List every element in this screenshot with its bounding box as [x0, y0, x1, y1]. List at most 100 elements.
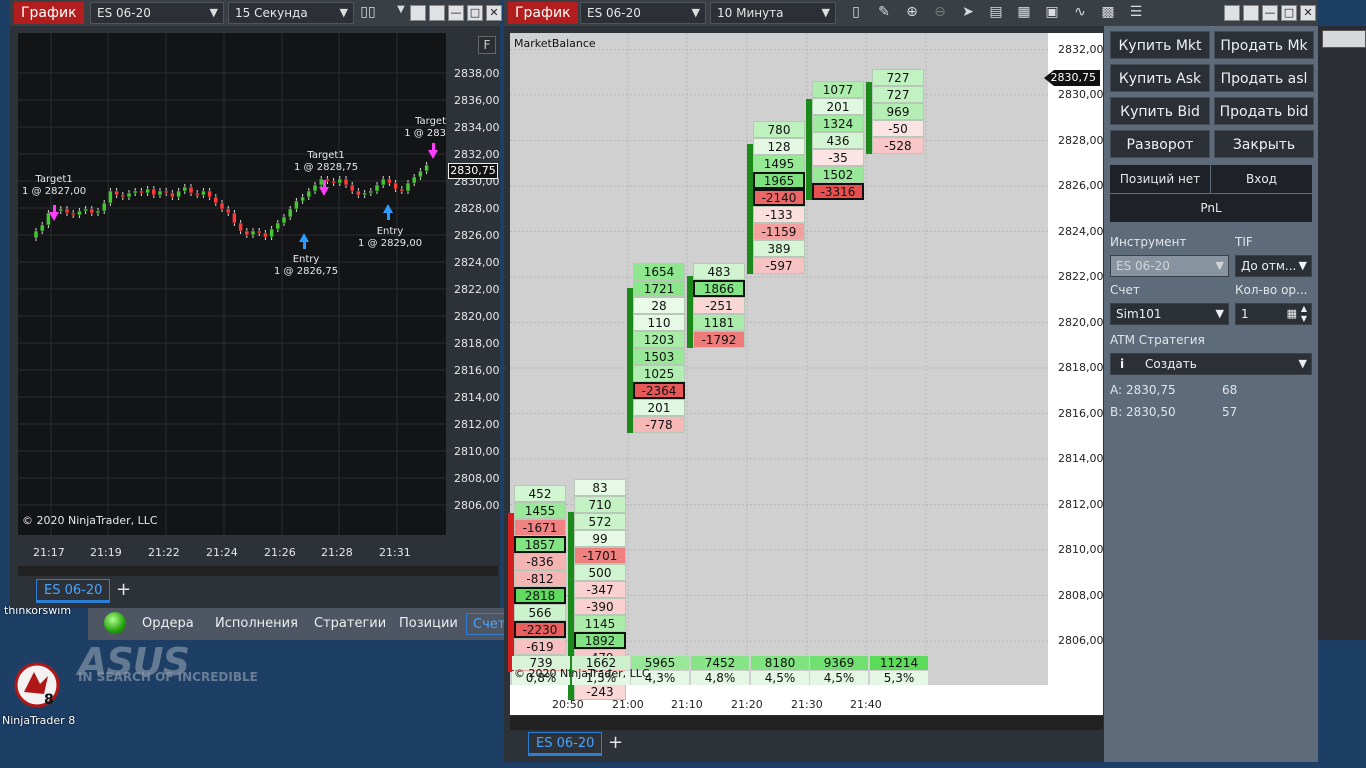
f-button[interactable]: F [478, 36, 496, 54]
left-interval-value: 15 Секунда [235, 6, 308, 20]
properties-icon[interactable]: ▦ [1014, 4, 1034, 20]
indicators-icon[interactable]: ∿ [1070, 4, 1090, 20]
left-interval-select[interactable]: 15 Секунда ▼ [228, 2, 354, 24]
minimize-icon[interactable]: — [448, 5, 464, 21]
add-tab-button[interactable]: + [608, 732, 623, 754]
chart-trader-panel: Купить Mkt Продать Mk Купить Ask Продать… [1104, 26, 1318, 762]
left-chart-title[interactable]: График [14, 2, 84, 24]
sell-bid-button[interactable]: Продать bid [1214, 97, 1314, 125]
candle [120, 192, 126, 200]
candle [281, 214, 287, 226]
buy-ask-button[interactable]: Купить Ask [1110, 64, 1210, 92]
tab-positions[interactable]: Позиции [399, 613, 458, 635]
draw-tools-icon[interactable]: ✎ [874, 4, 894, 20]
indicator-label: MarketBalance [514, 37, 596, 50]
bid-size: 57 [1222, 405, 1238, 419]
candle [176, 188, 181, 200]
instrument-select[interactable]: ES 06-20 ▼ [1110, 255, 1229, 277]
right-chart-tab[interactable]: ES 06-20 [528, 732, 603, 756]
close-position-button[interactable]: Закрыть [1214, 130, 1314, 158]
candle [95, 208, 101, 216]
price-tick: 2806,00 [1058, 634, 1104, 647]
time-tick: 21:00 [612, 698, 644, 711]
data-box-icon[interactable]: ▤ [986, 4, 1006, 20]
footprint-cell: -1159 [753, 222, 805, 240]
candle [275, 220, 281, 232]
sell-ask-button[interactable]: Продать asl [1214, 64, 1314, 92]
window-tile-icon[interactable] [410, 5, 426, 21]
right-instrument-select[interactable]: ES 06-20 ▼ [580, 2, 706, 24]
keypad-icon[interactable]: ▦ [1287, 304, 1297, 324]
add-tab-button[interactable]: + [116, 579, 131, 601]
time-tick: 21:22 [148, 546, 180, 559]
tab-orders[interactable]: Ордера [142, 613, 194, 635]
price-tick: 2828,00 [1058, 133, 1104, 147]
info-icon[interactable]: i [1120, 354, 1124, 374]
price-tick: 2832,00 [1058, 42, 1104, 56]
tab-account[interactable]: Счет [466, 613, 508, 635]
price-tick: 2810,00 [454, 445, 500, 458]
chart-trader-icon[interactable]: ▣ [1042, 4, 1062, 20]
qty-input[interactable]: 1 ▦ ▲ ▼ [1235, 303, 1312, 325]
candle [380, 176, 386, 188]
account-select[interactable]: Sim101 ▼ [1110, 303, 1229, 325]
chevron-down-icon[interactable]: ▼ [391, 4, 411, 15]
right-chart-title[interactable]: График [508, 2, 578, 24]
window-tile-icon[interactable] [1224, 5, 1240, 21]
tab-strategies[interactable]: Стратегии [314, 613, 386, 635]
tab-executions[interactable]: Исполнения [215, 613, 298, 635]
left-copyright: © 2020 NinjaTrader, LLC [22, 514, 158, 527]
control-center-tabs: Ордера Исполнения Стратегии Позиции Счет [88, 608, 508, 640]
annotation-detail: 1 @ 283 [404, 128, 446, 139]
background-window-controls[interactable] [1322, 30, 1366, 48]
price-tick: 2810,00 [1058, 543, 1104, 556]
price-tick: 2834,00 [454, 121, 500, 134]
atm-select[interactable]: i Создать ▼ [1110, 353, 1312, 375]
buy-bid-button[interactable]: Купить Bid [1110, 97, 1210, 125]
maximize-icon[interactable]: □ [467, 5, 483, 21]
candle [399, 186, 405, 194]
entry-annotation: Entry 1 @ 2829,00 [358, 226, 422, 250]
zoom-out-icon[interactable]: ⊖ [930, 4, 950, 20]
strategies-icon[interactable]: ▩ [1098, 4, 1118, 20]
buy-market-button[interactable]: Купить Mkt [1110, 31, 1210, 59]
asus-tagline: IN SEARCH OF INCREDIBLE [78, 670, 258, 684]
bar-type-icon[interactable]: ▯▯ [358, 4, 378, 20]
spinner-icon[interactable]: ▲ ▼ [1301, 304, 1307, 324]
chevron-down-icon: ▼ [1215, 259, 1224, 272]
left-chart-plot[interactable] [18, 33, 446, 535]
target-annotation: Target1 1 @ 2827,00 [22, 174, 86, 198]
right-horizontal-scrollbar[interactable] [510, 716, 1103, 730]
window-cascade-icon[interactable] [429, 5, 445, 21]
close-icon[interactable]: ✕ [486, 5, 502, 21]
window-cascade-icon[interactable] [1243, 5, 1259, 21]
list-icon[interactable]: ☰ [1126, 4, 1146, 20]
left-instrument-value: ES 06-20 [97, 6, 151, 20]
left-instrument-select[interactable]: ES 06-20 ▼ [90, 2, 224, 24]
price-tick: 2816,00 [454, 364, 500, 377]
footprint-cell: -836 [514, 552, 566, 570]
target-annotation: Target1 1 @ 2828,75 [294, 150, 358, 174]
close-icon[interactable]: ✕ [1300, 5, 1316, 21]
left-horizontal-scrollbar[interactable] [18, 566, 498, 576]
annotation-label: Entry [292, 254, 320, 265]
footprint-cell: 1503 [633, 347, 685, 365]
tif-select[interactable]: До отм... ▼ [1235, 255, 1312, 277]
instrument-label: Инструмент [1110, 235, 1187, 249]
bar-type-icon[interactable]: ▯ [846, 4, 866, 20]
footprint-cell: 2818 [514, 586, 566, 604]
footprint-cell: -133 [753, 205, 805, 223]
price-tick: 2830,00 [1058, 88, 1104, 101]
candle [201, 188, 206, 198]
reverse-button[interactable]: Разворот [1110, 130, 1210, 158]
sell-market-button[interactable]: Продать Mk [1214, 31, 1314, 59]
zoom-in-icon[interactable]: ⊕ [902, 4, 922, 20]
pointer-icon[interactable]: ➤ [958, 4, 978, 20]
ninjatrader-app-icon[interactable]: 8 [14, 662, 60, 708]
maximize-icon[interactable]: □ [1281, 5, 1297, 21]
left-chart-tab[interactable]: ES 06-20 [36, 579, 111, 603]
right-interval-select[interactable]: 10 Минута ▼ [710, 2, 836, 24]
bar-total: 7452 [691, 656, 749, 670]
footprint-cell: -597 [753, 256, 805, 274]
minimize-icon[interactable]: — [1262, 5, 1278, 21]
